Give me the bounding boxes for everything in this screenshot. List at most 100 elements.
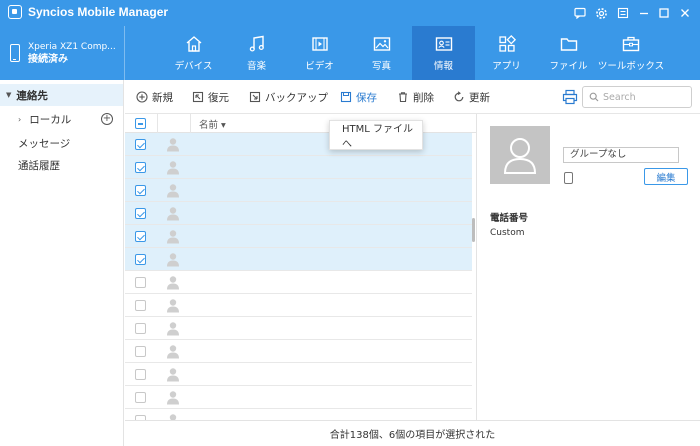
trash-icon [399, 92, 407, 103]
tab-label: 写真 [371, 61, 391, 72]
menu-icon[interactable] [614, 4, 632, 22]
search-box[interactable] [582, 86, 692, 108]
search-input[interactable] [603, 91, 683, 103]
caret-right-icon: › [18, 114, 22, 124]
new-button[interactable]: 新規 [136, 89, 173, 105]
contact-detail-panel: グループなし 編集 電話番号 Custom [476, 114, 700, 420]
contact-avatar-icon [166, 183, 180, 198]
delete-button[interactable]: 削除 [397, 89, 434, 105]
tab-music[interactable]: 音楽 [225, 26, 288, 80]
table-row[interactable] [125, 386, 472, 409]
folder-icon [560, 38, 577, 51]
table-row[interactable] [125, 271, 472, 294]
close-icon[interactable] [676, 4, 694, 22]
sidebar: ▼ 連絡先 › ローカル + メッセージ 通話履歴 [0, 80, 124, 446]
tab-files[interactable]: ファイル [537, 26, 600, 80]
sidebar-item-messages[interactable]: メッセージ [0, 132, 123, 154]
tab-info[interactable]: 情報 [412, 26, 475, 80]
row-checkbox[interactable] [135, 277, 146, 288]
contacts-table: 名前 ▾ [125, 114, 476, 420]
home-icon [186, 36, 201, 52]
row-checkbox[interactable] [135, 185, 146, 196]
gear-icon[interactable] [592, 4, 610, 22]
tab-label: ファイル [549, 61, 588, 72]
phone-number-heading: 電話番号 [490, 213, 529, 224]
table-row[interactable] [125, 156, 472, 179]
main-nav: Xperia XZ1 Comp... 接続済み デバイス 音楽 ビデオ 写真 情… [0, 26, 700, 80]
music-icon [249, 35, 264, 52]
tab-device[interactable]: デバイス [162, 26, 225, 80]
sidebar-item-local[interactable]: › ローカル + [0, 108, 123, 130]
sidebar-item-call-log[interactable]: 通話履歴 [0, 154, 123, 176]
restore-icon [192, 91, 204, 103]
sort-down-icon: ▾ [221, 120, 226, 131]
tab-label: ツールボックス [597, 61, 665, 72]
device-info[interactable]: Xperia XZ1 Comp... 接続済み [0, 26, 125, 80]
chat-icon[interactable] [571, 4, 589, 22]
group-select[interactable]: グループなし [563, 147, 679, 163]
restore-button[interactable]: 復元 [192, 89, 229, 105]
save-label: 保存 [356, 91, 377, 104]
table-row[interactable] [125, 225, 472, 248]
tab-photos[interactable]: 写真 [350, 26, 413, 80]
tab-label: 情報 [433, 61, 453, 72]
table-row[interactable] [125, 248, 472, 271]
refresh-label: 更新 [469, 91, 490, 104]
table-row[interactable] [125, 294, 472, 317]
printer-icon [562, 89, 578, 105]
photo-icon [373, 37, 390, 51]
person-icon [490, 126, 550, 184]
tab-label: ビデオ [305, 61, 334, 72]
row-checkbox[interactable] [135, 323, 146, 334]
name-column-header[interactable]: 名前 ▾ [199, 117, 226, 131]
restore-label: 復元 [208, 91, 229, 104]
refresh-button[interactable]: 更新 [453, 89, 490, 105]
phone-icon [10, 44, 20, 62]
print-button[interactable] [562, 89, 578, 105]
row-checkbox[interactable] [135, 346, 146, 357]
row-checkbox[interactable] [135, 254, 146, 265]
maximize-icon[interactable] [655, 4, 673, 22]
row-checkbox[interactable] [135, 139, 146, 150]
sidebar-item-contacts[interactable]: ▼ 連絡先 [0, 84, 123, 106]
row-checkbox[interactable] [135, 392, 146, 403]
select-all-checkbox[interactable] [135, 118, 146, 129]
tab-video[interactable]: ビデオ [288, 26, 351, 80]
column-divider [190, 114, 191, 133]
new-label: 新規 [152, 91, 173, 104]
table-row[interactable] [125, 340, 472, 363]
table-row[interactable] [125, 317, 472, 340]
tab-toolbox[interactable]: ツールボックス [597, 26, 665, 80]
table-row[interactable] [125, 202, 472, 225]
edit-button[interactable]: 編集 [644, 168, 688, 185]
row-checkbox[interactable] [135, 231, 146, 242]
toolbar: 新規 復元 バックアップ 保存 削除 更新 [125, 80, 700, 114]
table-row[interactable] [125, 409, 472, 420]
row-checkbox[interactable] [135, 162, 146, 173]
device-name: Xperia XZ1 Comp... [28, 41, 116, 52]
video-icon [311, 37, 328, 51]
contact-avatar-icon [166, 321, 180, 336]
save-menu-html-option[interactable]: HTML ファイルへ [329, 120, 423, 150]
sidebar-item-label: ローカル [29, 113, 72, 126]
toolbox-icon [622, 36, 640, 52]
app-title-group: Syncios Mobile Manager [8, 5, 168, 19]
backup-button[interactable]: バックアップ [249, 89, 328, 105]
save-button[interactable]: 保存 [340, 89, 377, 105]
mobile-phone-icon [564, 172, 573, 184]
delete-label: 削除 [413, 91, 434, 104]
scrollbar[interactable] [472, 218, 475, 242]
add-icon[interactable]: + [101, 113, 113, 125]
minimize-icon[interactable] [635, 4, 653, 22]
app-logo-icon [8, 5, 22, 19]
contact-avatar-icon [166, 413, 180, 420]
row-checkbox[interactable] [135, 369, 146, 380]
tab-apps[interactable]: アプリ [475, 26, 538, 80]
save-icon [340, 91, 352, 103]
backup-label: バックアップ [265, 91, 328, 104]
table-row[interactable] [125, 363, 472, 386]
row-checkbox[interactable] [135, 300, 146, 311]
tab-label: デバイス [174, 61, 213, 72]
table-row[interactable] [125, 179, 472, 202]
row-checkbox[interactable] [135, 208, 146, 219]
